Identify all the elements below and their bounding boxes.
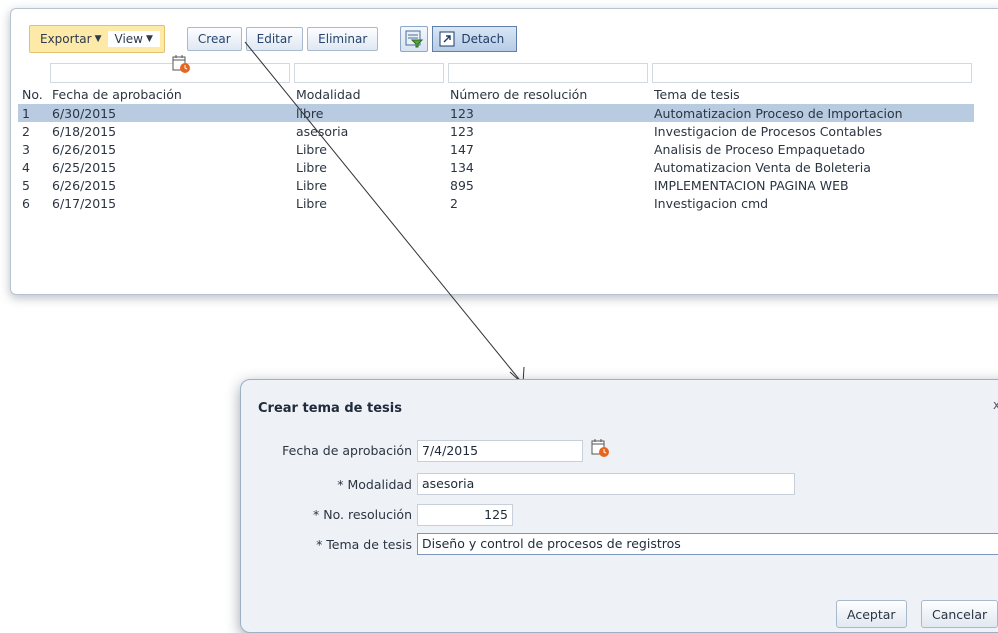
cell-no: 3 — [22, 141, 30, 157]
cell-no: 5 — [22, 177, 30, 193]
dialog-title: Crear tema de tesis — [258, 401, 402, 416]
cell-modalidad: libre — [292, 104, 446, 122]
cell-resolucion: 123 — [446, 104, 650, 122]
cell-fecha: 6/30/2015 — [48, 104, 292, 122]
cell-no: 1 — [18, 104, 48, 122]
create-thesis-dialog: Crear tema de tesis x Fecha de aprobació… — [240, 379, 998, 633]
chevron-down-icon: ▼ — [94, 34, 102, 44]
modalidad-label: * Modalidad — [337, 477, 412, 492]
accept-button[interactable]: Aceptar — [836, 600, 907, 628]
cell-no: 2 — [22, 123, 30, 139]
table-row[interactable]: 2 6/18/2015 asesoria 123 Investigacion d… — [18, 122, 974, 140]
modalidad-field[interactable]: asesoria — [417, 473, 795, 495]
view-menu-label: View — [114, 32, 143, 46]
tema-field[interactable]: Diseño y control de procesos de registro… — [417, 533, 998, 555]
col-tema[interactable]: Tema de tesis — [650, 84, 974, 104]
delete-button[interactable]: Eliminar — [307, 27, 379, 51]
table-header: No. Fecha de aprobación Modalidad Número… — [18, 84, 974, 104]
thesis-table: No. Fecha de aprobación Modalidad Número… — [18, 55, 974, 212]
calendar-icon[interactable] — [172, 54, 192, 74]
table-row[interactable]: 6 6/17/2015 Libre 2 Investigacion cmd — [18, 194, 974, 212]
cell-resolucion: 134 — [450, 159, 474, 175]
create-button[interactable]: Crear — [186, 27, 242, 51]
filter-button[interactable] — [400, 26, 429, 52]
cell-fecha: 6/26/2015 — [52, 141, 117, 157]
filter-fecha[interactable] — [50, 63, 290, 83]
view-menu[interactable]: View ▼ — [107, 31, 160, 47]
cell-resolucion: 147 — [450, 141, 474, 157]
cell-resolucion: 2 — [450, 195, 458, 211]
cell-resolucion: 895 — [450, 177, 474, 193]
calendar-icon[interactable] — [591, 438, 611, 458]
cell-modalidad: Libre — [296, 195, 327, 211]
col-modalidad[interactable]: Modalidad — [292, 84, 446, 104]
cell-no: 4 — [22, 159, 30, 175]
cell-fecha: 6/25/2015 — [52, 159, 117, 175]
cell-modalidad: Libre — [296, 141, 327, 157]
cancel-button[interactable]: Cancelar — [921, 600, 998, 628]
cell-fecha: 6/18/2015 — [52, 123, 117, 139]
export-menu-label: Exportar — [40, 32, 92, 46]
cell-no: 6 — [22, 195, 30, 211]
col-fecha[interactable]: Fecha de aprobación — [48, 84, 292, 104]
tema-label: * Tema de tesis — [316, 537, 412, 552]
filter-icon — [405, 30, 424, 48]
cell-tema: Automatizacion Venta de Boleteria — [654, 159, 871, 175]
edit-button[interactable]: Editar — [245, 27, 304, 51]
table-row[interactable]: 3 6/26/2015 Libre 147 Analisis de Proces… — [18, 140, 974, 158]
filter-resolucion[interactable] — [448, 63, 648, 83]
cell-fecha: 6/26/2015 — [52, 177, 117, 193]
filter-row — [18, 55, 974, 84]
table-toolbar: Exportar ▼ View ▼ Crear Editar Eliminar — [29, 25, 518, 53]
cell-resolucion: 123 — [450, 123, 474, 139]
cell-tema: IMPLEMENTACION PAGINA WEB — [654, 177, 849, 193]
detach-button[interactable]: Detach — [432, 26, 518, 52]
cell-tema: Investigacion cmd — [654, 195, 769, 211]
detach-label: Detach — [461, 32, 505, 46]
cell-tema: Automatizacion Proceso de Importacion — [650, 104, 974, 122]
fecha-label: Fecha de aprobación — [282, 443, 412, 458]
cell-fecha: 6/17/2015 — [52, 195, 117, 211]
export-menu[interactable]: Exportar ▼ — [34, 32, 108, 46]
menu-bar: Exportar ▼ View ▼ — [29, 25, 165, 53]
detach-icon — [439, 31, 455, 47]
filter-tema[interactable] — [652, 63, 972, 83]
table-row[interactable]: 5 6/26/2015 Libre 895 IMPLEMENTACION PAG… — [18, 176, 974, 194]
close-icon[interactable]: x — [993, 398, 998, 412]
table-row[interactable]: 1 6/30/2015 libre 123 Automatizacion Pro… — [18, 104, 974, 122]
col-no[interactable]: No. — [18, 84, 48, 104]
cell-tema: Analisis de Proceso Empaquetado — [654, 141, 866, 157]
cell-modalidad: Libre — [296, 177, 327, 193]
table-row[interactable]: 4 6/25/2015 Libre 134 Automatizacion Ven… — [18, 158, 974, 176]
cell-tema: Investigacion de Procesos Contables — [654, 123, 883, 139]
cell-modalidad: Libre — [296, 159, 327, 175]
fecha-field[interactable]: 7/4/2015 — [417, 440, 583, 462]
resolucion-field[interactable]: 125 — [417, 504, 513, 526]
filter-modalidad[interactable] — [294, 63, 444, 83]
chevron-down-icon: ▼ — [145, 34, 153, 44]
col-resolucion[interactable]: Número de resolución — [446, 84, 650, 104]
resolucion-label: * No. resolución — [313, 507, 412, 522]
cell-modalidad: asesoria — [296, 123, 349, 139]
